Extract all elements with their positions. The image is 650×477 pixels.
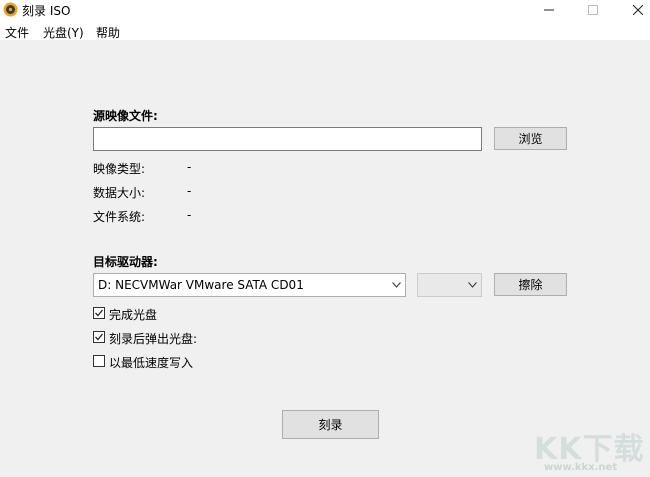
filesystem-label: 文件系统:	[93, 210, 146, 224]
window-title: 刻录 ISO	[22, 4, 71, 18]
finalize-disc-label[interactable]: 完成光盘	[109, 306, 157, 323]
menu-help[interactable]: 帮助	[96, 24, 120, 41]
title-bar: 刻录 ISO	[0, 0, 650, 20]
eject-after-burn-checkbox[interactable]	[93, 331, 105, 343]
target-heading: 目标驱动器:	[93, 255, 158, 269]
source-heading: 源映像文件:	[93, 109, 158, 123]
erase-button[interactable]: 擦除	[494, 273, 567, 296]
menu-disc[interactable]: 光盘(Y)	[43, 24, 84, 41]
speed-select[interactable]	[417, 273, 482, 297]
checkmark-icon	[95, 333, 104, 341]
drive-select[interactable]: D: NECVMWar VMware SATA CD01	[93, 273, 406, 297]
disc-burn-icon	[3, 2, 18, 17]
checkmark-icon	[95, 309, 104, 317]
minimize-icon	[544, 9, 554, 11]
browse-button[interactable]: 浏览	[494, 127, 567, 150]
filesystem-value: -	[187, 208, 192, 222]
source-path-input[interactable]	[93, 127, 482, 151]
data-size-label: 数据大小:	[93, 186, 146, 200]
chevron-down-icon	[388, 274, 405, 296]
drive-select-value: D: NECVMWar VMware SATA CD01	[98, 278, 304, 292]
menu-file[interactable]: 文件	[5, 24, 29, 41]
close-button[interactable]	[615, 0, 650, 20]
chevron-down-icon	[464, 274, 481, 296]
maximize-icon	[588, 5, 598, 15]
min-speed-label[interactable]: 以最低速度写入	[109, 354, 193, 371]
burn-button[interactable]: 刻录	[282, 410, 379, 439]
minimize-button[interactable]	[526, 0, 572, 20]
watermark-url: www.kkx.net	[544, 462, 618, 473]
image-type-value: -	[187, 160, 192, 174]
min-speed-checkbox[interactable]	[93, 355, 105, 367]
finalize-disc-checkbox[interactable]	[93, 307, 105, 319]
menu-bar: 文件 光盘(Y) 帮助	[0, 20, 650, 40]
maximize-button[interactable]	[570, 0, 616, 20]
image-type-label: 映像类型:	[93, 162, 146, 176]
close-icon	[633, 5, 643, 15]
eject-after-burn-label[interactable]: 刻录后弹出光盘:	[109, 330, 197, 347]
data-size-value: -	[187, 184, 192, 198]
